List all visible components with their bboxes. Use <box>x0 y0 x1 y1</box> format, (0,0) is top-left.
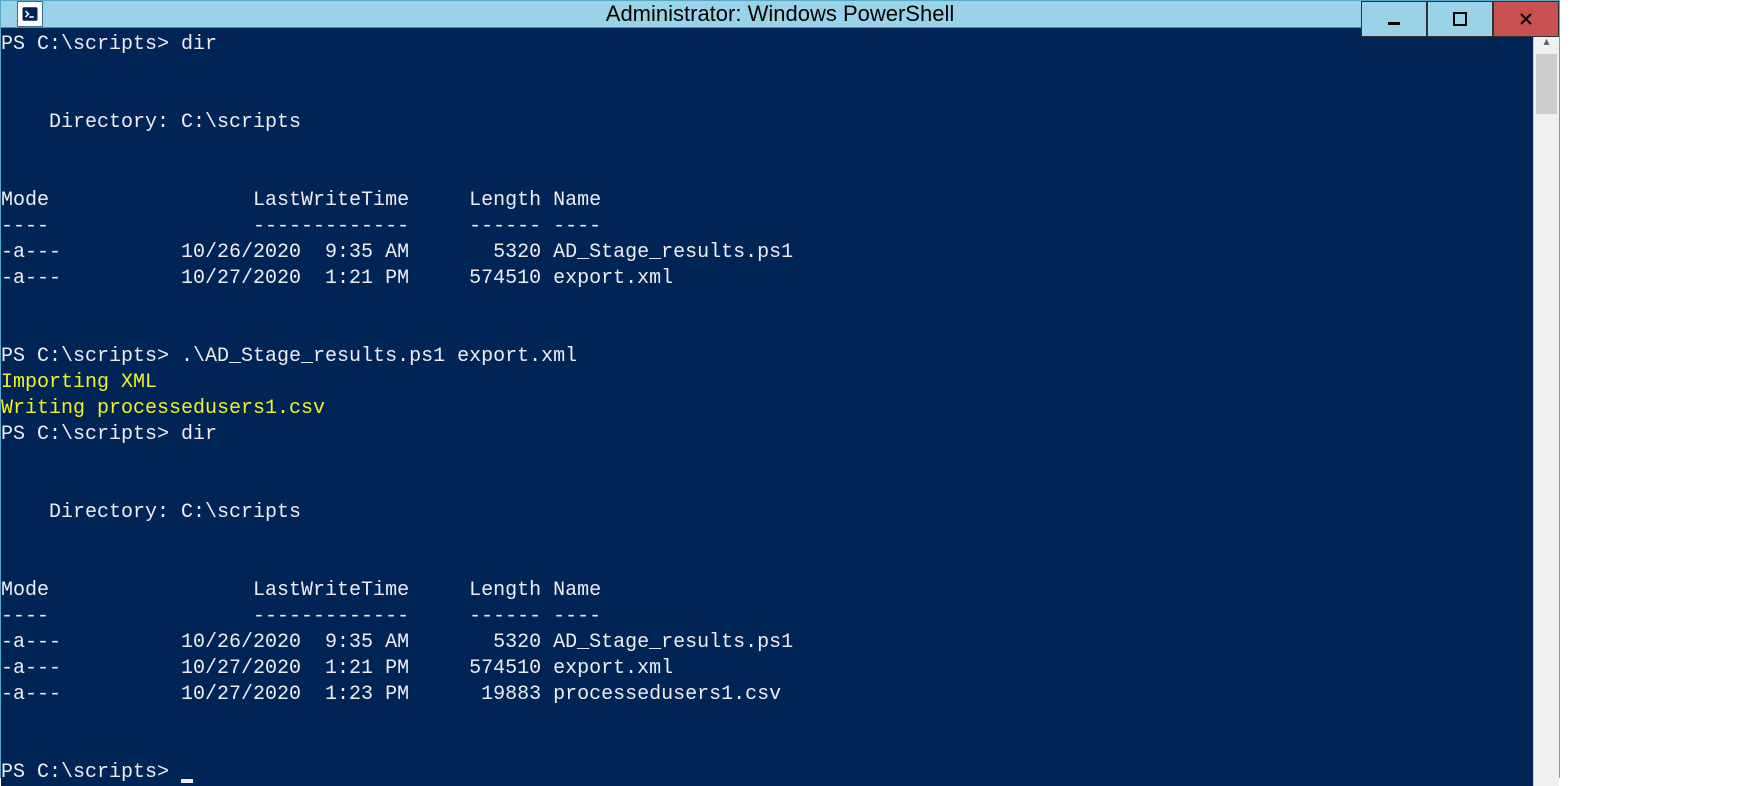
client-area: PS C:\scripts> dir Directory: C:\scripts… <box>1 28 1559 786</box>
window-title: Administrator: Windows PowerShell <box>606 1 954 27</box>
window-controls <box>1361 1 1559 37</box>
terminal-output[interactable]: PS C:\scripts> dir Directory: C:\scripts… <box>1 28 1533 786</box>
scroll-track[interactable] <box>1534 54 1559 786</box>
vertical-scrollbar[interactable]: ▴ <box>1533 28 1559 786</box>
close-button[interactable] <box>1493 1 1559 37</box>
minimize-icon <box>1386 11 1402 27</box>
powershell-icon <box>17 1 43 27</box>
close-icon <box>1518 11 1534 27</box>
scroll-thumb[interactable] <box>1536 54 1557 114</box>
maximize-icon <box>1452 11 1468 27</box>
titlebar[interactable]: Administrator: Windows PowerShell <box>1 1 1559 28</box>
powershell-window: Administrator: Windows PowerShell PS C:\… <box>0 0 1560 778</box>
minimize-button[interactable] <box>1361 1 1427 37</box>
maximize-button[interactable] <box>1427 1 1493 37</box>
